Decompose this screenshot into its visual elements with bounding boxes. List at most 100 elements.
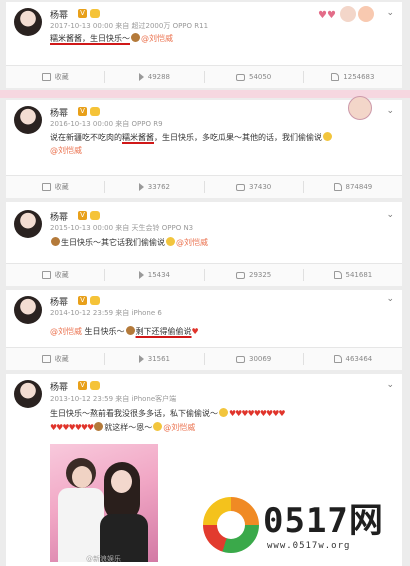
username[interactable]: 杨幂: [50, 210, 68, 223]
post-meta: 2017-10-13 00:00 来自 超过2000万 OPPO R11: [50, 22, 209, 30]
weibo-post: 杨幂 V 2015-10-13 00:00 来自 天生会铃 OPPO N3 生日…: [6, 202, 402, 286]
chevron-down-icon[interactable]: ⌄: [386, 106, 394, 116]
favorite-icon: [41, 355, 51, 363]
repost-button[interactable]: 49288: [105, 73, 203, 81]
member-badge-icon: [90, 211, 100, 220]
repost-button[interactable]: 15434: [105, 271, 203, 279]
avatar[interactable]: [14, 296, 42, 324]
repost-button[interactable]: 31561: [105, 355, 203, 363]
repost-button[interactable]: 33762: [105, 183, 203, 191]
vip-badge-icon: V: [78, 381, 87, 390]
favorite-button[interactable]: 收藏: [6, 354, 104, 364]
comment-icon: [235, 183, 245, 191]
like-button[interactable]: 541681: [304, 271, 402, 279]
like-button[interactable]: 1254683: [304, 73, 402, 81]
photo-watermark: @新浪娱乐: [86, 555, 121, 563]
comment-button[interactable]: 54050: [205, 73, 303, 81]
emoji-icon: [219, 408, 228, 417]
favorite-button[interactable]: 收藏: [6, 270, 104, 280]
post-text-line2: ♥♥♥♥♥♥♥ 就这样～恩～ @刘恺威: [50, 422, 196, 432]
like-icon: [333, 183, 342, 191]
comment-button[interactable]: 29325: [205, 271, 303, 279]
emoji-icon: [131, 33, 140, 42]
repost-icon: [138, 73, 144, 81]
avatar[interactable]: [14, 106, 42, 134]
action-bar: 收藏 31561 30069 463464: [6, 347, 402, 370]
post-text: @刘恺威 生日快乐～ 剩下还得偷偷说♥: [50, 326, 199, 336]
favorite-button[interactable]: 收藏: [6, 182, 104, 192]
mention-link[interactable]: @刘恺威: [163, 423, 195, 432]
avatar[interactable]: [14, 380, 42, 408]
member-badge-icon: [90, 296, 100, 305]
emoji-icon: [125, 326, 135, 335]
like-icon: [333, 355, 342, 363]
post-text: 生日快乐～熬前看我没很多多话，私下偷偷说～ ♥♥♥♥♥♥♥♥♥: [50, 408, 286, 418]
action-bar: 收藏 33762 37430 874849: [6, 175, 402, 198]
favorite-icon: [41, 183, 51, 191]
weibo-post: 杨幂 V 2014-10-12 23:59 来自 iPhone 6 @刘恺威 生…: [6, 290, 402, 370]
like-icon: [331, 73, 340, 81]
repost-icon: [138, 355, 144, 363]
post-meta: 2016-10-13 00:00 来自 OPPO R9: [50, 120, 163, 128]
repost-icon: [138, 183, 144, 191]
member-badge-icon: [90, 381, 100, 390]
site-logo: 0517网 www.0517w.org: [203, 495, 407, 563]
post-meta: 2015-10-13 00:00 来自 天生会铃 OPPO N3: [50, 224, 194, 232]
repost-icon: [138, 271, 144, 279]
hearts-icon: ♥♥♥♥♥♥♥♥♥: [229, 409, 286, 418]
mention-link[interactable]: @刘恺威: [50, 145, 82, 156]
member-badge-icon: [90, 9, 100, 18]
emoji-icon: [51, 237, 60, 246]
comment-icon: [235, 73, 245, 81]
emoji-icon: [94, 422, 104, 431]
vip-badge-icon: V: [78, 107, 87, 116]
mention-link[interactable]: @刘恺威: [141, 34, 173, 43]
comment-button[interactable]: 30069: [205, 355, 303, 363]
post-text: 生日快乐～其它话我们偷偷说 @刘恺威: [50, 237, 208, 248]
comment-button[interactable]: 37430: [205, 183, 303, 191]
chevron-down-icon[interactable]: ⌄: [386, 8, 394, 18]
post-text: 说在新疆吃不吃肉的糯米酱酱，生日快乐，多吃瓜果～其他的话，我们偷偷说: [50, 132, 333, 143]
like-button[interactable]: 874849: [304, 183, 402, 191]
post-meta: 2014-10-12 23:59 来自 iPhone 6: [50, 309, 162, 317]
avatar[interactable]: [14, 210, 42, 238]
favorite-icon: [41, 271, 51, 279]
username[interactable]: 杨幂: [50, 106, 68, 119]
post-text: 糯米酱酱，生日快乐～ @刘恺威: [50, 33, 173, 43]
action-bar: 收藏 49288 54050 1254683: [6, 65, 402, 88]
action-bar: 收藏 15434 29325 541681: [6, 263, 402, 286]
username[interactable]: 杨幂: [50, 380, 68, 393]
like-button[interactable]: 463464: [304, 355, 402, 363]
logo-url: www.0517w.org: [267, 541, 351, 551]
emoji-icon: [153, 422, 163, 431]
mention-link[interactable]: @刘恺威: [176, 238, 208, 247]
username[interactable]: 杨幂: [50, 295, 68, 308]
avatar[interactable]: [14, 8, 42, 36]
chevron-down-icon[interactable]: ⌄: [386, 210, 394, 220]
mention-link[interactable]: @刘恺威: [50, 327, 82, 336]
decoration-sticker: ♥♥: [318, 4, 374, 26]
favorite-button[interactable]: 收藏: [6, 72, 104, 82]
comment-icon: [235, 355, 245, 363]
vip-badge-icon: V: [78, 211, 87, 220]
weibo-post: 杨幂 V 2017-10-13 00:00 来自 超过2000万 OPPO R1…: [6, 2, 402, 88]
favorite-icon: [41, 73, 51, 81]
emoji-icon: [166, 237, 175, 246]
member-badge-icon: [90, 107, 100, 116]
vip-badge-icon: V: [78, 296, 87, 305]
logo-text: 0517网: [263, 501, 384, 541]
username[interactable]: 杨幂: [50, 8, 68, 21]
vip-badge-icon: V: [78, 9, 87, 18]
chevron-down-icon[interactable]: ⌄: [386, 294, 394, 304]
heart-icon: ♥: [191, 327, 199, 336]
weibo-post: 杨幂 V 2016-10-13 00:00 来自 OPPO R9 说在新疆吃不吃…: [6, 96, 402, 198]
post-photo[interactable]: [50, 444, 158, 562]
emoji-icon: [323, 132, 332, 141]
avatar-sticker: [348, 96, 372, 120]
post-meta: 2013-10-12 23:59 来自 iPhone客户端: [50, 395, 177, 403]
hearts-icon: ♥♥♥♥♥♥♥: [50, 423, 94, 432]
like-icon: [333, 271, 342, 279]
chevron-down-icon[interactable]: ⌄: [386, 380, 394, 390]
comment-icon: [235, 271, 245, 279]
divider: [0, 90, 410, 98]
